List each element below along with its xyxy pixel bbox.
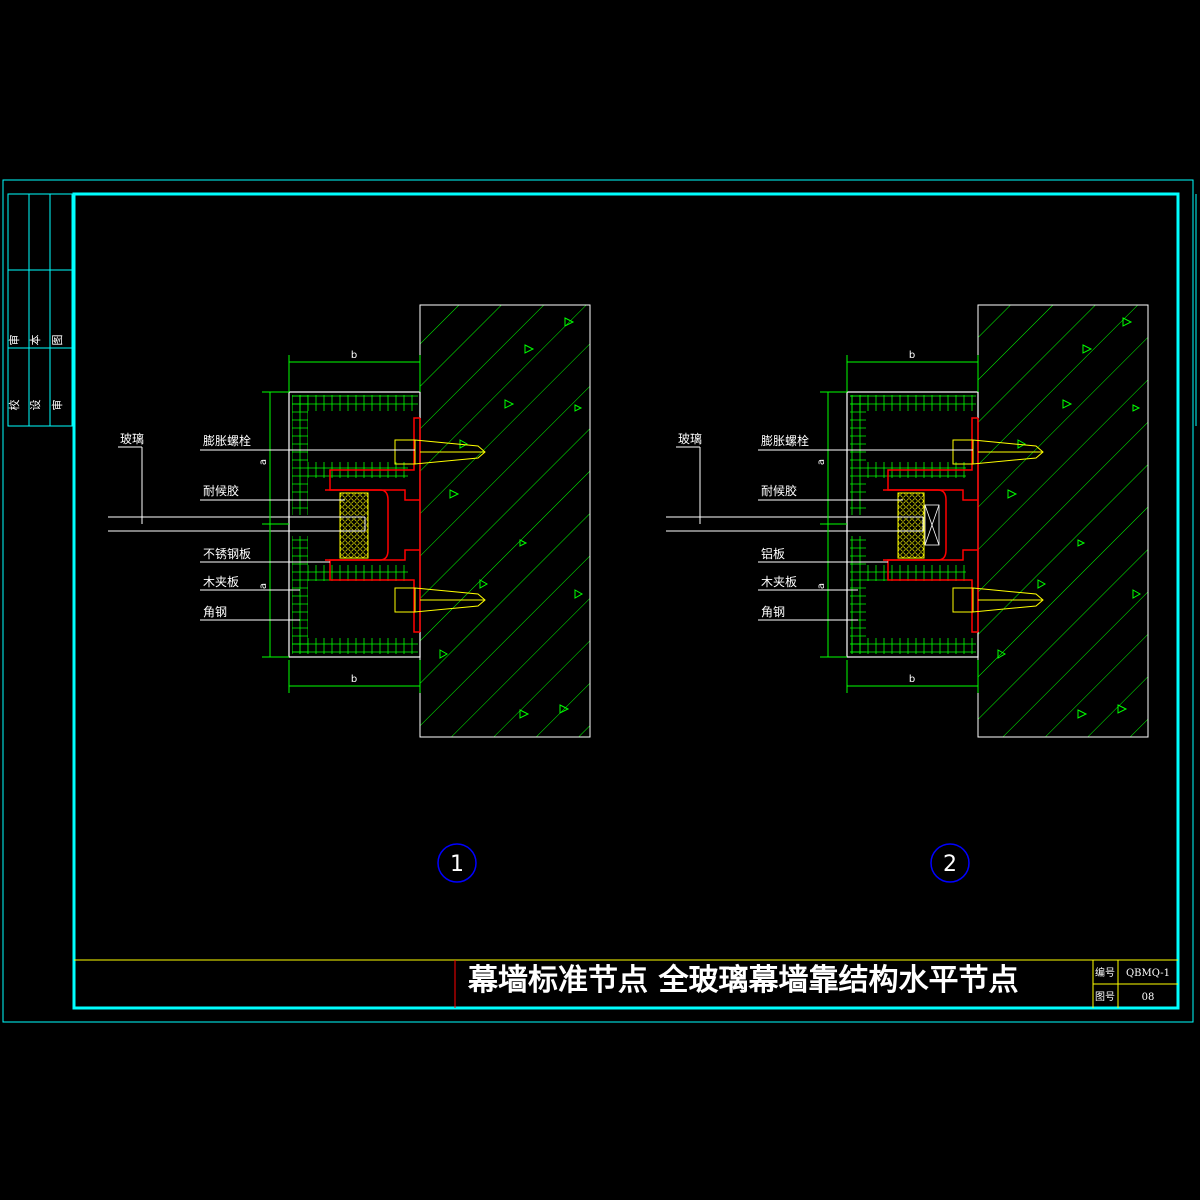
dim-a-upper: a (258, 459, 269, 465)
label-board: 木夹板 (203, 575, 239, 589)
detail-2: b b a a 玻璃 膨胀螺栓 耐候胶 铝板 木夹板 角钢 2 (666, 304, 1149, 883)
sidebar-text-3b: 审 (50, 400, 64, 411)
code-label: 编号 (1095, 966, 1115, 979)
sidebar-text-2b: 设 (29, 400, 42, 411)
glass-pane (666, 516, 924, 532)
label-glass: 玻璃 (120, 432, 144, 446)
detail-1: b b a a 玻璃 膨胀螺栓 耐候胶 不锈钢板 木夹板 角钢 1 (108, 304, 591, 883)
label-sealant: 耐候胶 (761, 483, 797, 498)
label-board: 木夹板 (761, 575, 797, 589)
dim-a-lower: a (258, 583, 269, 589)
dim-a-lower: a (816, 583, 827, 589)
detail-number: 1 (450, 852, 464, 877)
sealant (339, 492, 369, 559)
dim-a-upper: a (816, 459, 827, 465)
cad-drawing: 审 校 本 设 图 审 b b a a 玻璃 膨胀螺栓 耐候胶 不锈钢板 木夹板… (2, 179, 1197, 1023)
label-sealant: 耐候胶 (203, 483, 239, 498)
drawing-title: 幕墙标准节点 全玻璃幕墙靠结构水平节点 (467, 963, 1018, 998)
dim-b-bottom: b (351, 674, 357, 685)
detail-number: 2 (943, 852, 957, 877)
label-plate: 不锈钢板 (203, 547, 251, 561)
sidebar-text-3a: 图 (51, 335, 64, 346)
sealant (897, 492, 925, 559)
label-glass: 玻璃 (678, 432, 702, 446)
label-bolt: 膨胀螺栓 (203, 433, 251, 448)
sheet-label: 图号 (1095, 991, 1115, 1003)
sidebar-text-1a: 审 (7, 335, 21, 346)
label-plate: 铝板 (761, 546, 785, 561)
dim-b-bottom: b (909, 674, 915, 685)
dim-b-top: b (909, 350, 915, 361)
sidebar-text-1b: 校 (7, 400, 21, 411)
glass-pane (108, 516, 366, 532)
spacer-block (924, 504, 940, 546)
title-block: 幕墙标准节点 全玻璃幕墙靠结构水平节点 编号 QBMQ-1 图号 08 (74, 959, 1178, 1008)
code-value: QBMQ-1 (1126, 968, 1170, 979)
label-bolt: 膨胀螺栓 (761, 433, 809, 448)
label-angle: 角钢 (761, 605, 785, 619)
sheet-value: 08 (1142, 992, 1155, 1003)
label-angle: 角钢 (203, 605, 227, 619)
sidebar-table: 审 校 本 设 图 审 (7, 193, 73, 427)
concrete-wall (419, 304, 591, 738)
sidebar-text-2a: 本 (28, 335, 42, 346)
concrete-wall (977, 304, 1149, 738)
dim-b-top: b (351, 350, 357, 361)
